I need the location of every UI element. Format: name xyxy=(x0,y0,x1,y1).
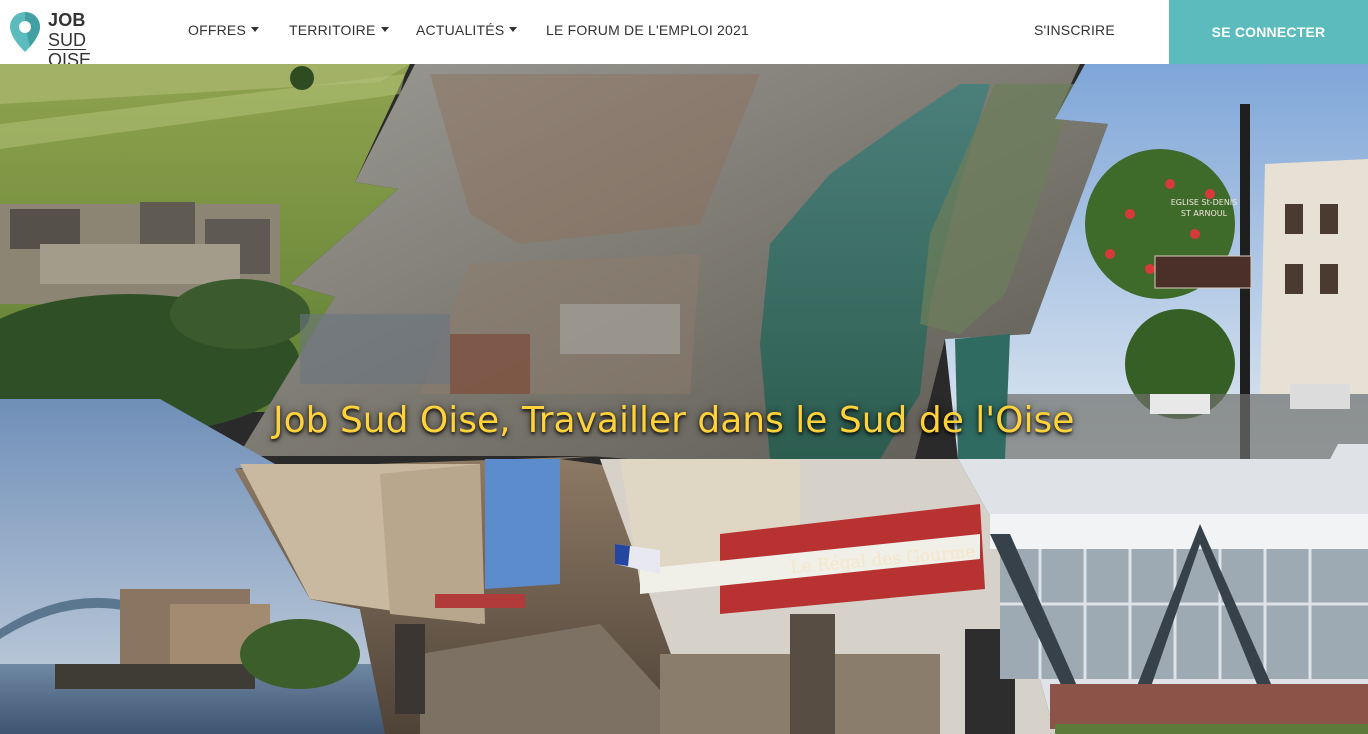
map-pin-icon xyxy=(10,12,40,52)
street-sign: EGLISE St-DENIS ST ARNOUL xyxy=(1158,197,1250,219)
register-label: S'INSCRIRE xyxy=(1034,22,1115,38)
nav-territoire-label: TERRITOIRE xyxy=(289,22,376,38)
login-label: SE CONNECTER xyxy=(1211,24,1326,40)
nav-offres[interactable]: OFFRES xyxy=(188,22,259,38)
register-link[interactable]: S'INSCRIRE xyxy=(1034,22,1115,38)
street-sign-line2: ST ARNOUL xyxy=(1180,209,1228,218)
caret-down-icon xyxy=(509,27,518,32)
hero-headline: Job Sud Oise, Travailler dans le Sud de … xyxy=(273,400,1075,441)
nav-forum-label: LE FORUM DE L'EMPLOI 2021 xyxy=(546,22,749,38)
hero-photo-collage xyxy=(0,64,1368,734)
street-sign-line1: EGLISE St-DENIS xyxy=(1170,198,1238,207)
nav-actualites-label: ACTUALITÉS xyxy=(416,22,505,38)
logo-text-job: JOB xyxy=(48,10,86,30)
nav-offres-label: OFFRES xyxy=(188,22,246,38)
site-logo[interactable]: JOB SUD OISE xyxy=(8,8,132,70)
login-button[interactable]: SE CONNECTER xyxy=(1169,0,1368,64)
nav-forum-emploi[interactable]: LE FORUM DE L'EMPLOI 2021 xyxy=(546,22,749,38)
top-navbar: JOB SUD OISE OFFRES TERRITOIRE ACTUALITÉ… xyxy=(0,0,1368,70)
hero-collage: Le Régal des Gourme EGLISE St-DENIS ST A… xyxy=(0,64,1368,734)
caret-down-icon xyxy=(250,27,259,32)
nav-actualites[interactable]: ACTUALITÉS xyxy=(416,22,518,38)
nav-territoire[interactable]: TERRITOIRE xyxy=(289,22,389,38)
caret-down-icon xyxy=(380,27,389,32)
